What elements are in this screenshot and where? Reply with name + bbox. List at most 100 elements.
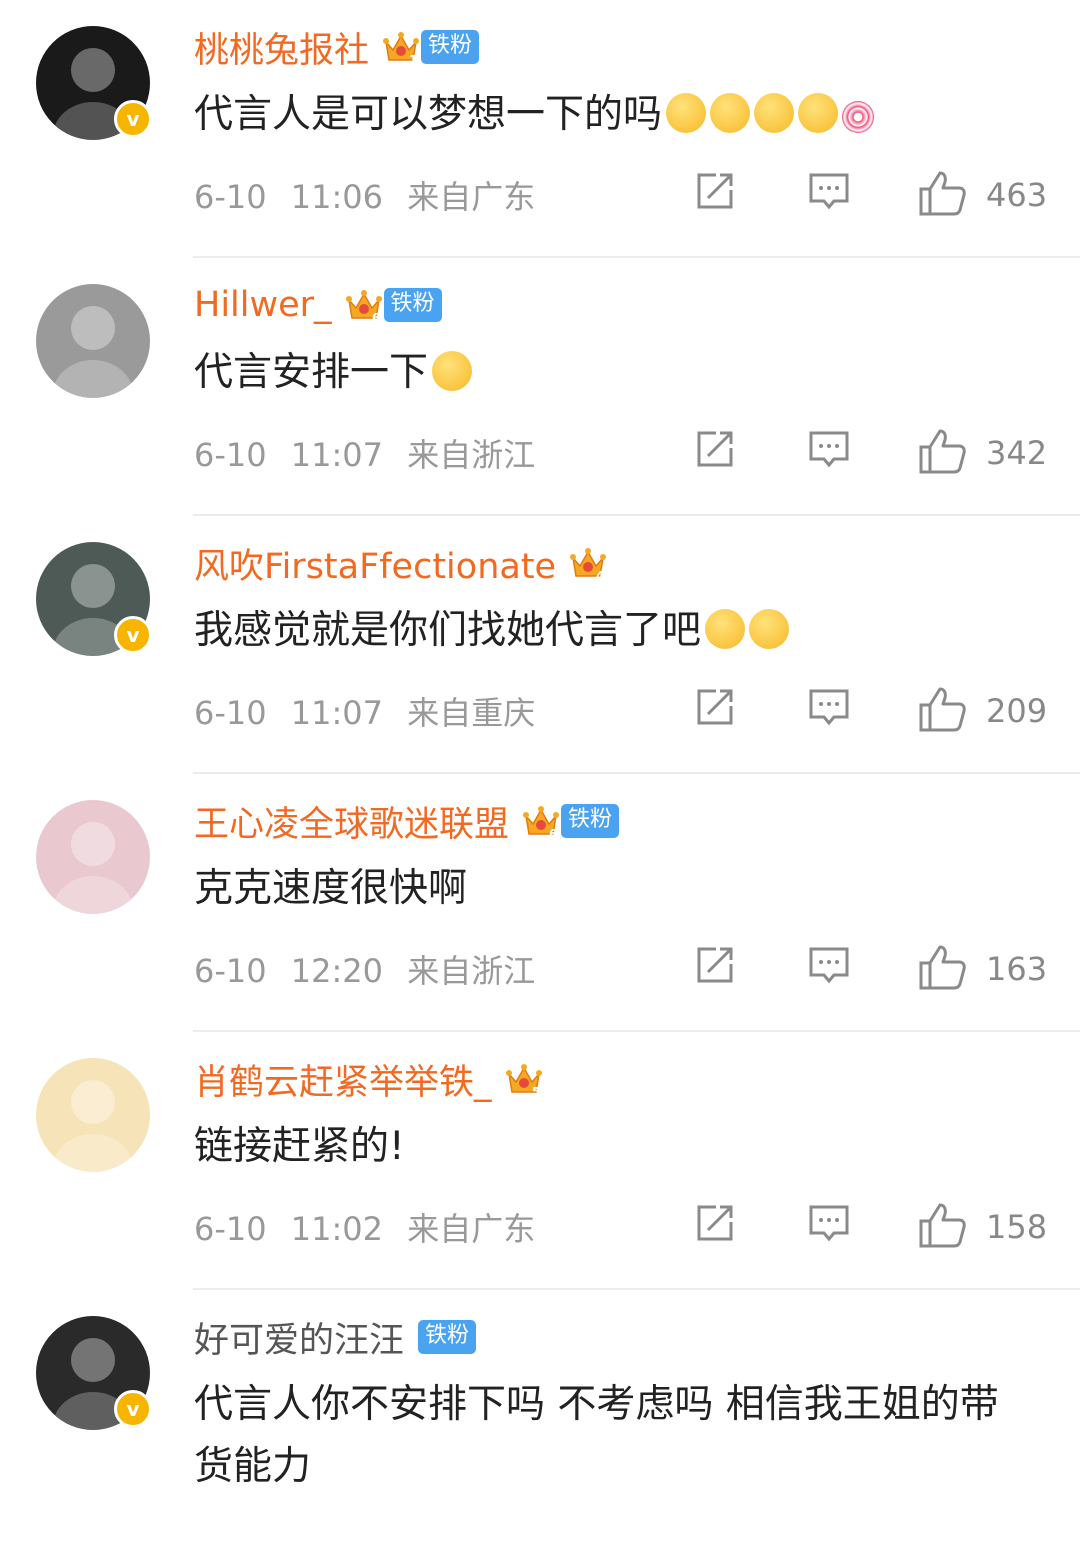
svg-text:4: 4 bbox=[596, 569, 604, 582]
comment-time: 12:20 bbox=[290, 952, 384, 990]
comment-icon bbox=[808, 173, 850, 216]
like-count: 209 bbox=[986, 692, 1048, 730]
thumbs-up-icon bbox=[918, 686, 966, 736]
svg-text:5: 5 bbox=[532, 1085, 540, 1098]
fan-badge: 铁粉 bbox=[418, 1320, 477, 1354]
username[interactable]: 肖鹤云赶紧举举铁_ bbox=[194, 1054, 492, 1105]
comment-date: 6-10 bbox=[194, 1210, 267, 1248]
share-button[interactable] bbox=[694, 428, 736, 474]
comment-text: 克克速度很快啊 bbox=[194, 858, 1030, 920]
comment-text: 代言安排一下 bbox=[194, 342, 1030, 404]
comment-location: 来自广东 bbox=[407, 1210, 536, 1248]
comment-body: 我感觉就是你们找她代言了吧 bbox=[194, 608, 702, 653]
share-icon bbox=[694, 431, 736, 474]
share-icon bbox=[694, 1205, 736, 1248]
lollipop-emoji-icon bbox=[842, 101, 875, 133]
like-count: 163 bbox=[986, 950, 1048, 988]
share-icon bbox=[694, 947, 736, 990]
username[interactable]: 风吹FirstaFfectionate bbox=[194, 538, 556, 589]
comment-item: v 桃桃兔报社 1 铁粉 代言人是可以梦想一下的吗 6-10 11:06 来自广… bbox=[0, 0, 1080, 258]
like-button[interactable]: 163 bbox=[918, 944, 1047, 994]
comment-text: 代言人是可以梦想一下的吗 bbox=[194, 84, 1030, 146]
comment-meta: 6-10 11:07 来自重庆 bbox=[194, 688, 535, 734]
share-button[interactable] bbox=[694, 1202, 736, 1248]
comment-meta: 6-10 11:02 来自广东 bbox=[194, 1204, 535, 1250]
comment-date: 6-10 bbox=[194, 436, 267, 474]
username[interactable]: 好可爱的汪汪 bbox=[194, 1312, 404, 1363]
fan-badge: 铁粉 bbox=[561, 804, 620, 838]
comment-body: 克克速度很快啊 bbox=[194, 866, 468, 911]
comment-location: 来自广东 bbox=[407, 178, 536, 216]
comment-text: 链接赶紧的! bbox=[194, 1116, 1030, 1178]
comment-time: 11:02 bbox=[290, 1210, 384, 1248]
crown-icon: 6 bbox=[345, 286, 382, 324]
like-count: 342 bbox=[986, 434, 1048, 472]
comment-time: 11:06 bbox=[290, 178, 384, 216]
comment-icon bbox=[808, 689, 850, 732]
thumbs-up-icon bbox=[918, 944, 966, 994]
comment-item: 王心凌全球歌迷联盟 6 铁粉 克克速度很快啊 6-10 12:20 来自浙江 1… bbox=[0, 774, 1080, 1032]
emoji-face-icon bbox=[432, 351, 473, 391]
crown-icon: 5 bbox=[505, 1060, 542, 1098]
share-button[interactable] bbox=[694, 686, 736, 732]
comment-meta: 6-10 11:07 来自浙江 bbox=[194, 430, 535, 476]
share-button[interactable] bbox=[694, 170, 736, 216]
svg-text:6: 6 bbox=[549, 827, 557, 840]
reply-button[interactable] bbox=[808, 1202, 850, 1248]
comment-time: 11:07 bbox=[290, 436, 384, 474]
comment-location: 来自浙江 bbox=[407, 436, 536, 474]
comment-time: 11:07 bbox=[290, 694, 384, 732]
like-count: 158 bbox=[986, 1208, 1048, 1246]
username[interactable]: Hillwer_ bbox=[194, 285, 332, 325]
emoji-face-icon bbox=[798, 93, 839, 133]
svg-text:1: 1 bbox=[409, 53, 417, 66]
comment-date: 6-10 bbox=[194, 694, 267, 732]
share-icon bbox=[694, 689, 736, 732]
name-row: 肖鹤云赶紧举举铁_ 5 bbox=[194, 1054, 542, 1105]
comment-item: 肖鹤云赶紧举举铁_ 5 链接赶紧的! 6-10 11:02 来自广东 158 bbox=[0, 1032, 1080, 1290]
avatar[interactable]: v bbox=[36, 542, 152, 656]
verified-badge-icon: v bbox=[114, 616, 152, 654]
username[interactable]: 桃桃兔报社 bbox=[194, 22, 369, 73]
name-row: Hillwer_ 6 铁粉 bbox=[194, 282, 442, 328]
thumbs-up-icon bbox=[918, 428, 966, 478]
like-count: 463 bbox=[986, 176, 1048, 214]
share-icon bbox=[694, 173, 736, 216]
emoji-face-icon bbox=[705, 609, 746, 649]
like-button[interactable]: 342 bbox=[918, 428, 1047, 478]
name-row: 桃桃兔报社 1 铁粉 bbox=[194, 22, 480, 73]
reply-button[interactable] bbox=[808, 686, 850, 732]
like-button[interactable]: 158 bbox=[918, 1202, 1047, 1252]
comment-body: 代言人你不安排下吗 不考虑吗 相信我王姐的带货能力 bbox=[194, 1382, 999, 1489]
reply-button[interactable] bbox=[808, 428, 850, 474]
comment-meta: 6-10 11:06 来自广东 bbox=[194, 172, 535, 218]
avatar[interactable]: v bbox=[36, 1316, 152, 1430]
crown-icon: 4 bbox=[570, 544, 607, 582]
share-button[interactable] bbox=[694, 944, 736, 990]
avatar[interactable] bbox=[36, 284, 150, 398]
comment-icon bbox=[808, 1205, 850, 1248]
comment-text: 我感觉就是你们找她代言了吧 bbox=[194, 600, 1030, 662]
avatar[interactable]: v bbox=[36, 26, 152, 140]
comment-meta: 6-10 12:20 来自浙江 bbox=[194, 946, 535, 992]
emoji-face-icon bbox=[754, 93, 795, 133]
avatar-image bbox=[36, 800, 150, 914]
reply-button[interactable] bbox=[808, 944, 850, 990]
comment-body: 代言安排一下 bbox=[194, 350, 429, 395]
comment-icon bbox=[808, 947, 850, 990]
like-button[interactable]: 463 bbox=[918, 170, 1047, 220]
avatar[interactable] bbox=[36, 1058, 150, 1172]
verified-badge-icon: v bbox=[114, 100, 152, 138]
emoji-face-icon bbox=[749, 609, 790, 649]
emoji-face-icon bbox=[666, 93, 707, 133]
like-button[interactable]: 209 bbox=[918, 686, 1047, 736]
name-row: 风吹FirstaFfectionate 4 bbox=[194, 538, 607, 589]
reply-button[interactable] bbox=[808, 170, 850, 216]
username[interactable]: 王心凌全球歌迷联盟 bbox=[194, 796, 509, 847]
crown-icon: 6 bbox=[523, 802, 560, 840]
avatar[interactable] bbox=[36, 800, 150, 914]
comment-body: 代言人是可以梦想一下的吗 bbox=[194, 92, 663, 137]
thumbs-up-icon bbox=[918, 170, 966, 220]
comment-body: 链接赶紧的! bbox=[194, 1124, 405, 1169]
name-row: 好可爱的汪汪 铁粉 bbox=[194, 1312, 477, 1363]
